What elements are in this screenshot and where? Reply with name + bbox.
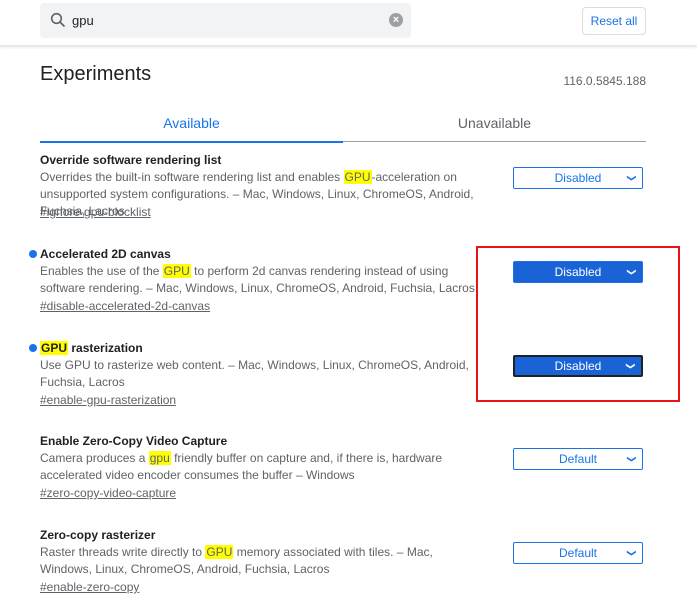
chevron-down-icon: ❯: [627, 455, 638, 463]
page-title: Experiments: [40, 63, 152, 85]
experiment-state-select[interactable]: Default ❯: [513, 542, 643, 564]
search-icon: [50, 12, 66, 28]
select-value: Default: [558, 452, 598, 466]
tab-unavailable[interactable]: Unavailable: [343, 115, 646, 131]
tab-indicator: [40, 141, 343, 143]
reset-all-button[interactable]: Reset all: [582, 7, 646, 35]
experiment-permalink[interactable]: #enable-gpu-rasterization: [40, 393, 176, 407]
experiment-description: Camera produces a gpu friendly buffer on…: [40, 450, 480, 484]
experiment-permalink[interactable]: #ignore-gpu-blocklist: [40, 205, 151, 219]
experiment-title: Zero-copy rasterizer: [40, 526, 155, 544]
chevron-down-icon: ❯: [627, 174, 638, 182]
annotation-highlight-box: [476, 246, 680, 402]
select-value: Disabled: [554, 171, 602, 185]
text: Override software rendering list: [40, 153, 222, 167]
search-bar[interactable]: gpu ×: [40, 3, 411, 38]
text: Enable Zero-Copy Video Capture: [40, 434, 228, 448]
text: Raster threads write directly to: [40, 545, 206, 559]
chevron-down-icon: ❯: [627, 549, 638, 557]
search-match-highlight: GPU: [343, 170, 372, 184]
text: Use GPU to rasterize web content. – Mac,…: [40, 358, 469, 389]
header-divider: [0, 45, 697, 47]
search-match-highlight: GPU: [205, 545, 234, 559]
clear-icon[interactable]: ×: [389, 13, 403, 27]
modified-indicator-icon: [29, 250, 37, 258]
text: Camera produces a: [40, 451, 149, 465]
experiment-item: Enable Zero-Copy Video Capture Camera pro…: [40, 432, 660, 522]
experiment-permalink[interactable]: #enable-zero-copy: [40, 580, 139, 594]
search-match-highlight: gpu: [148, 451, 171, 465]
experiment-title: GPU rasterization: [40, 339, 143, 357]
experiment-title: Accelerated 2D canvas: [40, 245, 171, 263]
tab-divider: [343, 141, 646, 142]
experiment-item: Override software rendering list Override…: [40, 151, 660, 241]
experiment-description: Raster threads write directly to GPU mem…: [40, 544, 480, 578]
experiment-item: Zero-copy rasterizer Raster threads write…: [40, 526, 660, 616]
text: rasterization: [68, 341, 143, 355]
experiment-permalink[interactable]: #zero-copy-video-capture: [40, 486, 176, 500]
text: Enables the use of the: [40, 264, 163, 278]
experiment-permalink[interactable]: #disable-accelerated-2d-canvas: [40, 299, 210, 313]
experiment-state-select[interactable]: Default ❯: [513, 448, 643, 470]
modified-indicator-icon: [29, 344, 37, 352]
experiment-title: Override software rendering list: [40, 151, 221, 169]
search-input[interactable]: gpu: [72, 13, 94, 28]
experiment-state-select[interactable]: Disabled ❯: [513, 167, 643, 189]
search-match-highlight: GPU: [162, 264, 191, 278]
experiment-title: Enable Zero-Copy Video Capture: [40, 432, 227, 450]
text: Overrides the built-in software renderin…: [40, 170, 344, 184]
experiment-description: Enables the use of the GPU to perform 2d…: [40, 263, 480, 297]
text: Accelerated 2D canvas: [40, 247, 171, 261]
version-label: 116.0.5845.188: [563, 74, 646, 88]
experiment-description: Use GPU to rasterize web content. – Mac,…: [40, 357, 480, 391]
select-value: Default: [558, 546, 598, 560]
text: Zero-copy rasterizer: [40, 528, 156, 542]
tab-available[interactable]: Available: [40, 115, 343, 131]
search-match-highlight: GPU: [40, 341, 69, 355]
